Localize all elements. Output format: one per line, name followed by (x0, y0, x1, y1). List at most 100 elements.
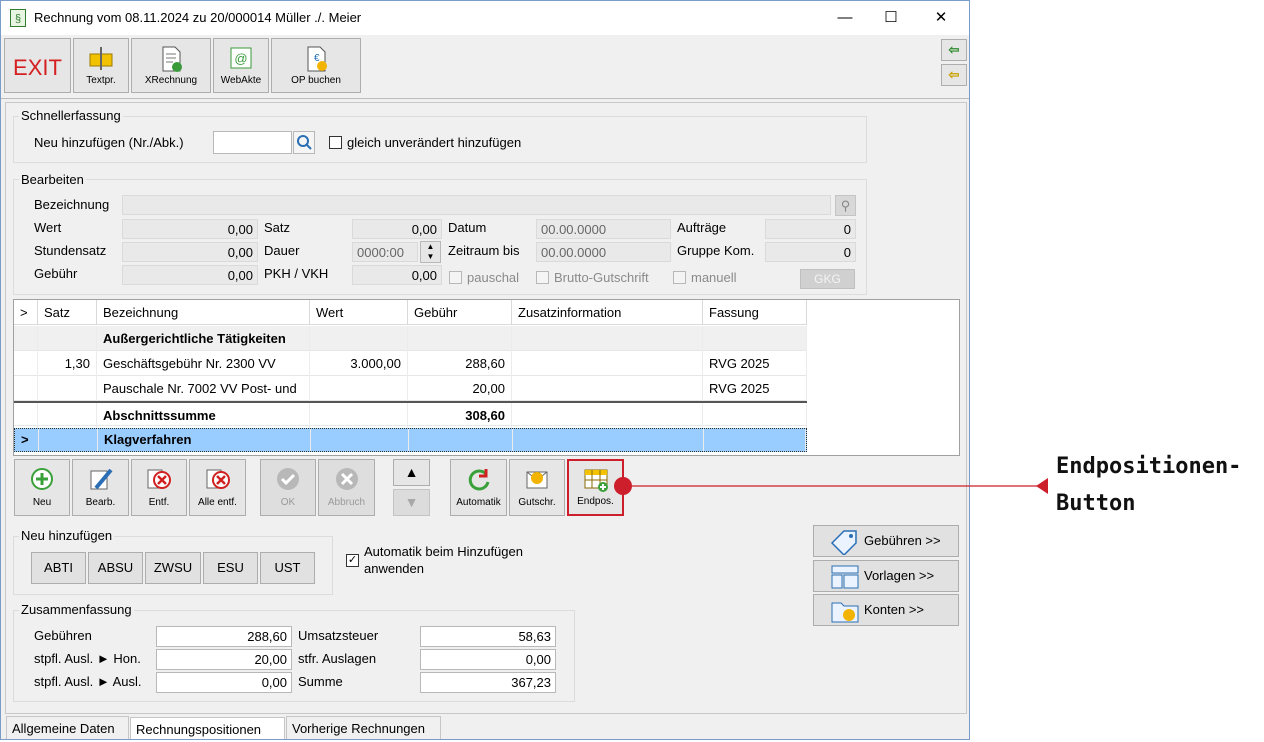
gkg-button[interactable]: GKG (800, 269, 855, 289)
edit-icon (90, 468, 113, 490)
bezeichnung-label: Bezeichnung (34, 197, 110, 212)
exit-button[interactable]: EXIT (4, 38, 71, 93)
col-zusatz-header[interactable]: Zusatzinformation (512, 300, 703, 325)
bezeichnung-field[interactable] (122, 195, 831, 215)
row-fassung (703, 403, 807, 428)
brutto-gutschrift-checkbox[interactable] (536, 271, 549, 284)
dauer-field[interactable]: 0000:00 (352, 242, 418, 262)
row-wert (311, 429, 409, 451)
konten-button[interactable]: Konten >> (813, 594, 959, 626)
pauschal-checkbox[interactable] (449, 271, 462, 284)
move-up-button[interactable]: ▲ (393, 459, 430, 486)
automatik-button[interactable]: Automatik (450, 459, 507, 516)
row-gebuehr: 288,60 (408, 351, 512, 376)
title-bar: § Rechnung vom 08.11.2024 zu 20/000014 M… (1, 1, 969, 35)
row-marker: > (15, 429, 39, 451)
bearb-button[interactable]: Bearb. (72, 459, 129, 516)
exit-label: EXIT (13, 55, 62, 80)
table-row[interactable]: 1,30 Geschäftsgebühr Nr. 2300 VV 3.000,0… (14, 351, 807, 376)
summary-gebuehren-field[interactable]: 288,60 (156, 626, 292, 647)
entf-label: Entf. (148, 497, 170, 508)
pauschal-label: pauschal (467, 270, 520, 285)
key-icon[interactable]: ⚲ (835, 195, 856, 216)
delete-all-icon (206, 469, 230, 489)
gruppe-field[interactable]: 0 (765, 242, 856, 262)
gutschr-button[interactable]: Gutschr. (509, 459, 565, 516)
op-buchen-button[interactable]: € OP buchen (271, 38, 361, 93)
row-satz (38, 326, 97, 351)
table-row[interactable]: Außergerichtliche Tätigkeiten (14, 326, 807, 351)
manuell-checkbox[interactable] (673, 271, 686, 284)
arrow-left-green-icon[interactable]: ⇦ (941, 39, 967, 61)
absu-button[interactable]: ABSU (88, 552, 143, 584)
abbruch-button[interactable]: Abbruch (318, 459, 375, 516)
brutto-gutschrift-label: Brutto-Gutschrift (554, 270, 649, 285)
row-marker (14, 403, 38, 428)
wert-field[interactable]: 0,00 (122, 219, 258, 239)
search-icon (297, 135, 312, 150)
gleich-unveraendert-checkbox[interactable] (329, 136, 342, 149)
summary-hon-label: stpfl. Ausl. ► Hon. (34, 651, 141, 666)
zeitraum-field[interactable]: 00.00.0000 (536, 242, 671, 262)
table-row[interactable]: Abschnittssumme 308,60 (14, 401, 807, 428)
row-fassung (703, 326, 807, 351)
quick-add-input[interactable] (213, 131, 292, 154)
summary-summe-label: Summe (298, 674, 343, 689)
tab-rechnungspositionen[interactable]: Rechnungspositionen (130, 717, 285, 739)
automatik-anwenden-label: anwenden (364, 561, 424, 576)
abti-button[interactable]: ABTI (31, 552, 86, 584)
satz-field[interactable]: 0,00 (352, 219, 442, 239)
zwsu-button[interactable]: ZWSU (145, 552, 201, 584)
gebuehren-button[interactable]: Gebühren >> (813, 525, 959, 557)
stundensatz-field[interactable]: 0,00 (122, 242, 258, 262)
tab-allgemeine-daten[interactable]: Allgemeine Daten (6, 716, 129, 739)
row-bezeichnung: Pauschale Nr. 7002 VV Post- und (97, 376, 310, 401)
alle-entf-button[interactable]: Alle entf. (189, 459, 246, 516)
table-row[interactable]: Pauschale Nr. 7002 VV Post- und 20,00 RV… (14, 376, 807, 401)
webakte-button[interactable]: @ WebAkte (213, 38, 269, 93)
neu-button[interactable]: Neu (14, 459, 70, 516)
summary-hon-field[interactable]: 20,00 (156, 649, 292, 670)
app-icon: § (10, 9, 26, 27)
row-wert (310, 376, 408, 401)
automatik-checkbox[interactable]: ✓ (346, 554, 359, 567)
summary-summe-field[interactable]: 367,23 (420, 672, 556, 693)
move-down-button[interactable]: ▼ (393, 489, 430, 516)
xrechnung-button[interactable]: XRechnung (131, 38, 211, 93)
close-button[interactable]: ✕ (918, 3, 964, 33)
row-gebuehr: 20,00 (408, 376, 512, 401)
row-gebuehr: 308,60 (408, 403, 512, 428)
tab-vorherige-rechnungen[interactable]: Vorherige Rechnungen (286, 716, 441, 739)
ok-button[interactable]: OK (260, 459, 316, 516)
col-marker-header[interactable]: > (14, 300, 38, 325)
col-fassung-header[interactable]: Fassung (703, 300, 807, 325)
table-row-selected[interactable]: > Klagverfahren (14, 428, 807, 452)
dauer-spinner[interactable]: ▲ ▼ (420, 241, 441, 263)
summary-ust-field[interactable]: 58,63 (420, 626, 556, 647)
row-zusatz (512, 376, 703, 401)
textpr-button[interactable]: Textpr. (73, 38, 129, 93)
col-bezeichnung-header[interactable]: Bezeichnung (97, 300, 310, 325)
datum-label: Datum (448, 220, 487, 235)
search-button[interactable] (293, 131, 315, 154)
entf-button[interactable]: Entf. (131, 459, 187, 516)
minimize-button[interactable]: — (822, 3, 868, 33)
col-satz-header[interactable]: Satz (38, 300, 97, 325)
gebuehr-field[interactable]: 0,00 (122, 265, 258, 285)
arrow-left-yellow-icon[interactable]: ⇦ (941, 64, 967, 86)
esu-button[interactable]: ESU (203, 552, 258, 584)
gleich-unveraendert-label: gleich unverändert hinzufügen (347, 135, 522, 150)
summary-stfr-field[interactable]: 0,00 (420, 649, 556, 670)
vorlagen-button[interactable]: Vorlagen >> (813, 560, 959, 592)
datum-field[interactable]: 00.00.0000 (536, 219, 671, 239)
auftraege-field[interactable]: 0 (765, 219, 856, 239)
annotation-title-line1: Endpositionen- (1056, 454, 1242, 479)
pkh-field[interactable]: 0,00 (352, 265, 442, 285)
col-wert-header[interactable]: Wert (310, 300, 408, 325)
summary-ausl-field[interactable]: 0,00 (156, 672, 292, 693)
row-zusatz (512, 351, 703, 376)
window-title: Rechnung vom 08.11.2024 zu 20/000014 Mül… (34, 10, 362, 25)
ust-button[interactable]: UST (260, 552, 315, 584)
maximize-button[interactable]: ☐ (868, 3, 914, 33)
col-gebuehr-header[interactable]: Gebühr (408, 300, 512, 325)
